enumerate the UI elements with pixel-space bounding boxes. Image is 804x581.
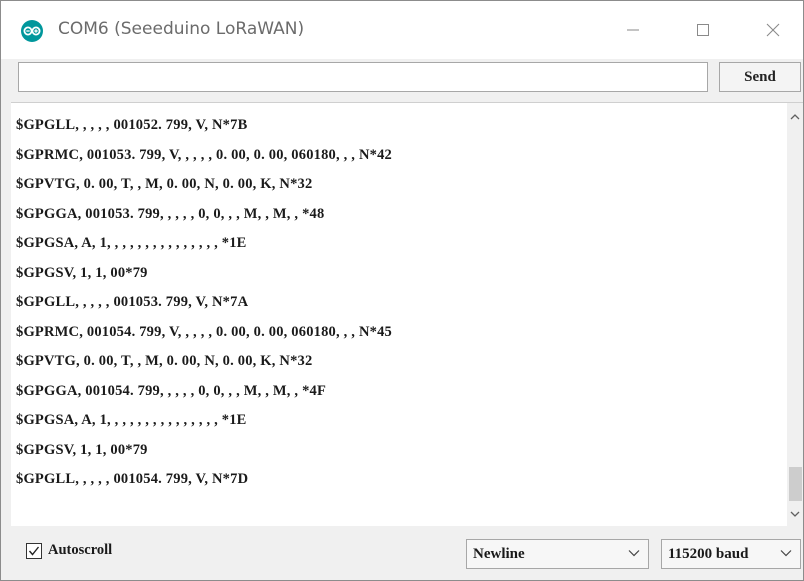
scrollbar-thumb[interactable] <box>789 467 802 501</box>
send-row: Send <box>1 59 803 101</box>
minimize-icon <box>627 29 639 31</box>
chevron-down-icon <box>790 511 800 517</box>
output-line: $GPVTG, 0. 00, T, , M, 0. 00, N, 0. 00, … <box>16 176 313 192</box>
serial-input[interactable] <box>18 62 708 92</box>
output-line: $GPGSA, A, 1, , , , , , , , , , , , , , … <box>16 235 247 251</box>
output-line: $GPVTG, 0. 00, T, , M, 0. 00, N, 0. 00, … <box>16 353 313 369</box>
output-line: $GPRMC, 001053. 799, V, , , , , 0. 00, 0… <box>16 146 392 163</box>
autoscroll-toggle[interactable]: Autoscroll <box>26 542 112 559</box>
chevron-up-icon <box>790 113 800 119</box>
maximize-button[interactable] <box>668 1 738 59</box>
output-line: $GPGLL, , , , , 001053. 799, V, N*7A <box>16 294 249 310</box>
arduino-logo-icon <box>21 20 43 42</box>
close-icon <box>766 23 780 37</box>
baud-rate-value: 115200 baud <box>668 545 749 562</box>
baud-rate-select[interactable]: 115200 baud <box>661 539 801 569</box>
title-bar[interactable]: COM6 (Seeeduino LoRaWAN) <box>1 1 803 59</box>
output-line: $GPGSV, 1, 1, 00*79 <box>16 264 148 281</box>
autoscroll-label: Autoscroll <box>48 542 113 558</box>
chevron-down-icon <box>628 550 640 557</box>
output-line: $GPGLL, , , , , 001052. 799, V, N*7B <box>16 117 248 133</box>
serial-output[interactable]: $GPGLL, , , , , 001052. 799, V, N*7B $GPR… <box>11 102 803 527</box>
autoscroll-checkbox[interactable] <box>26 542 42 559</box>
bottom-bar: Autoscroll Newline 115200 baud <box>1 526 803 580</box>
scroll-down-button[interactable] <box>787 505 803 523</box>
minimize-button[interactable] <box>598 1 668 59</box>
maximize-icon <box>697 24 709 36</box>
vertical-scrollbar[interactable] <box>787 103 803 527</box>
output-line: $GPGSA, A, 1, , , , , , , , , , , , , , … <box>16 412 247 428</box>
output-line: $GPGGA, 001053. 799, , , , , 0, 0, , , M… <box>16 205 325 222</box>
close-button[interactable] <box>738 1 804 59</box>
window-title: COM6 (Seeeduino LoRaWAN) <box>58 19 305 39</box>
send-button[interactable]: Send <box>719 62 801 92</box>
output-lines: $GPGLL, , , , , 001052. 799, V, N*7B $GPR… <box>16 113 392 497</box>
checkmark-icon <box>28 546 40 556</box>
output-line: $GPGLL, , , , , 001054. 799, V, N*7D <box>16 471 249 487</box>
chevron-down-icon <box>780 550 792 557</box>
line-ending-select[interactable]: Newline <box>466 539 649 569</box>
output-line: $GPGGA, 001054. 799, , , , , 0, 0, , , M… <box>16 382 327 399</box>
output-line: $GPRMC, 001054. 799, V, , , , , 0. 00, 0… <box>16 323 392 340</box>
output-line: $GPGSV, 1, 1, 00*79 <box>16 441 148 458</box>
scroll-up-button[interactable] <box>787 107 803 125</box>
serial-monitor-window: COM6 (Seeeduino LoRaWAN) Send $GPGLL, , … <box>0 0 804 581</box>
line-ending-value: Newline <box>473 545 525 562</box>
